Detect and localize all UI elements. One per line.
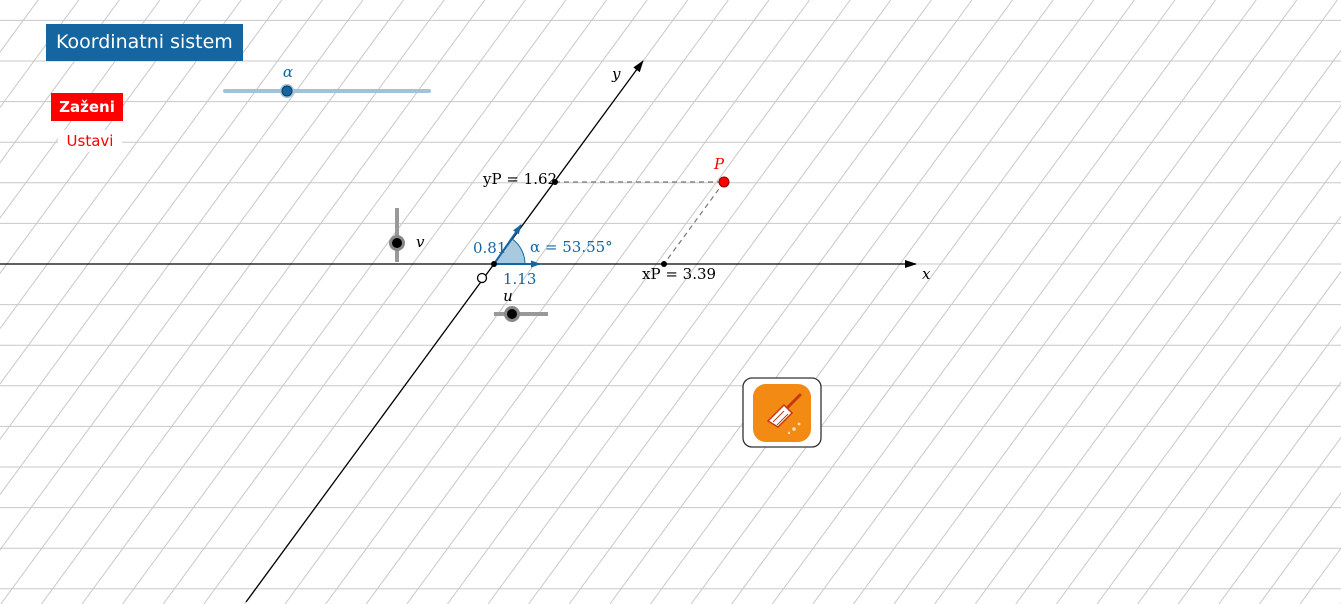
xp-label: xP = 3.39: [642, 265, 716, 283]
alpha-slider-label: α: [283, 63, 293, 81]
grid-line-oblique: [487, 0, 932, 604]
grid-line-oblique: [853, 0, 1298, 604]
grid-line-oblique: [365, 0, 810, 604]
grid-line-oblique: [568, 0, 1013, 604]
grid-line-oblique: [0, 0, 161, 219]
grid-line-oblique: [812, 0, 1257, 604]
angle-label: α = 53.55°: [530, 238, 613, 256]
u-slider-handle[interactable]: [507, 309, 517, 319]
grid-line-oblique: [934, 49, 1341, 604]
unit-v-label: 0.81: [473, 239, 506, 257]
coordinate-canvas[interactable]: α v u x y P yP = 1.62 xP = 3.39 α = 53.5…: [0, 0, 1341, 604]
grid-line-oblique: [974, 104, 1341, 604]
x-axis-label: x: [922, 265, 931, 283]
oblique-grid: [0, 0, 1341, 604]
alpha-slider-handle[interactable]: [281, 85, 293, 97]
grid-line-oblique: [893, 0, 1338, 604]
grid-line-oblique: [0, 0, 242, 330]
grid-line-oblique: [1056, 215, 1341, 604]
eraser-button[interactable]: [742, 377, 822, 448]
grid-line-oblique: [1259, 492, 1341, 604]
grid-line-oblique: [1299, 547, 1341, 604]
grid-line-oblique: [1015, 160, 1341, 604]
start-button[interactable]: Zaženi: [51, 93, 123, 121]
grid-line-oblique: [771, 0, 1216, 604]
origin-point[interactable]: [491, 261, 497, 267]
grid-line-oblique: [609, 0, 1054, 604]
grid-line-oblique: [1096, 270, 1341, 604]
stop-button[interactable]: Ustavi: [58, 130, 122, 152]
page-title: Koordinatni sistem: [46, 24, 243, 61]
grid-line-oblique: [690, 0, 1135, 604]
y-axis-label: y: [611, 65, 621, 83]
unit-u-label: 1.13: [503, 270, 536, 288]
grid-line-oblique: [528, 0, 973, 604]
yp-label: yP = 1.62: [482, 170, 557, 188]
grid-line-oblique: [447, 0, 892, 604]
origin-marker: [476, 272, 488, 284]
grid-line-oblique: [1137, 326, 1341, 604]
grid-line-oblique: [650, 0, 1095, 604]
grid-line-oblique: [731, 0, 1176, 604]
point-p-label: P: [713, 155, 725, 173]
v-slider-label: v: [416, 233, 425, 251]
v-slider-handle[interactable]: [392, 238, 402, 248]
u-slider-label: u: [503, 287, 513, 305]
grid-line-oblique: [1177, 381, 1341, 604]
grid-line-oblique: [406, 0, 851, 604]
point-p[interactable]: [718, 176, 730, 188]
